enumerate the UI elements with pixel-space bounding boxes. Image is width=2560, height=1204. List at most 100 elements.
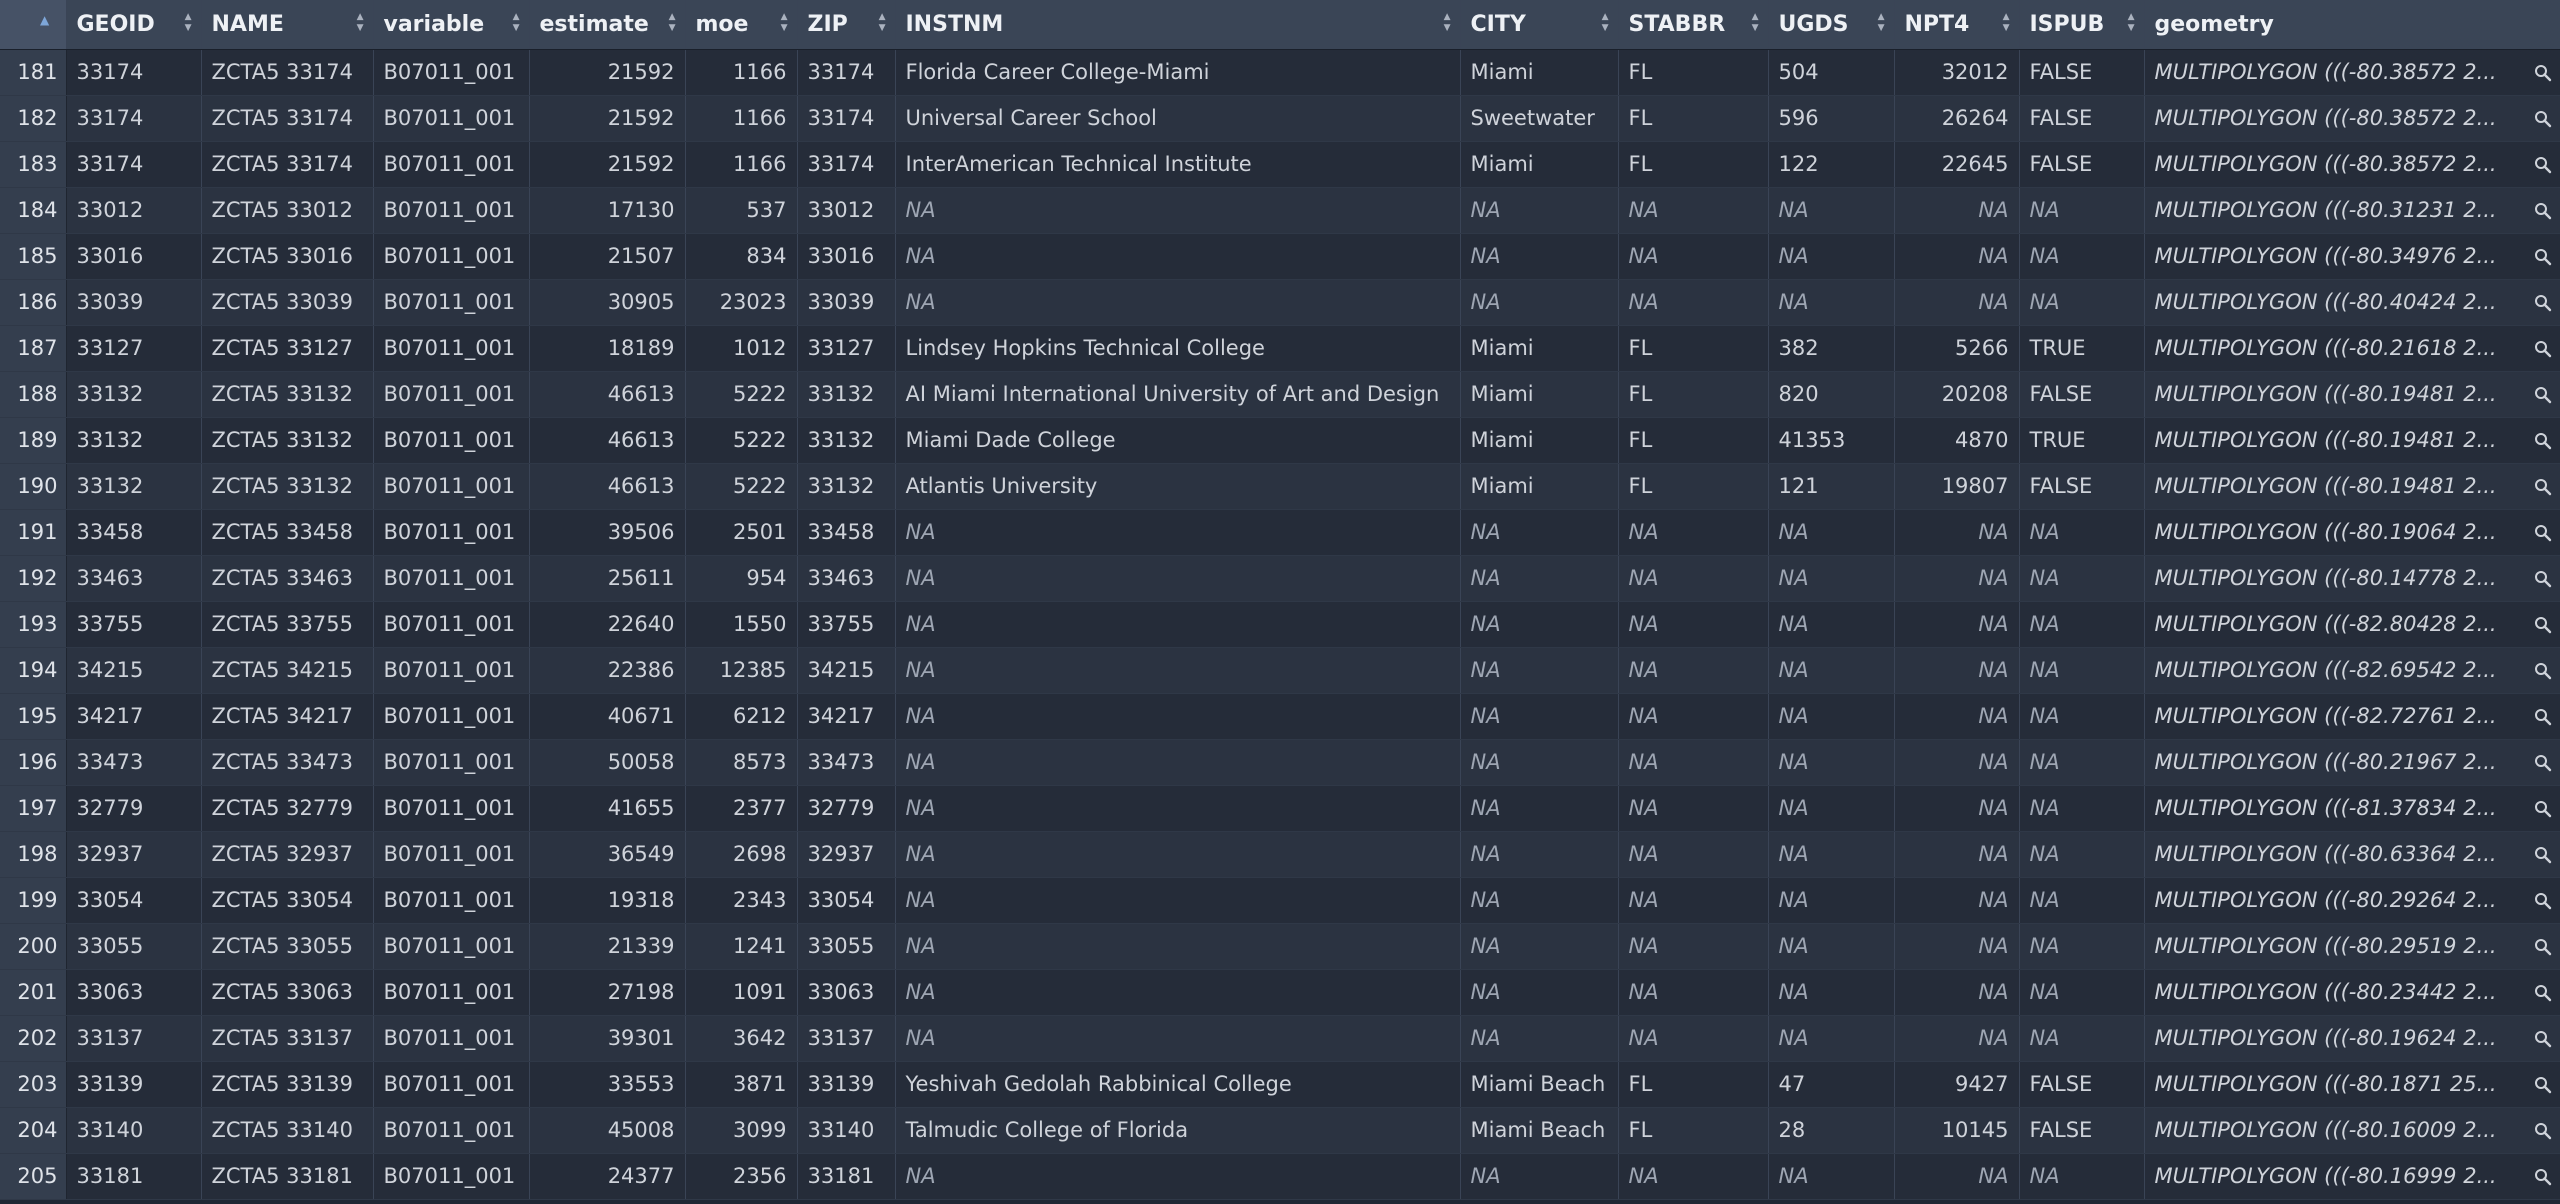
cell-estimate[interactable]: 39506: [529, 509, 686, 556]
cell-moe[interactable]: 1166: [685, 141, 798, 188]
cell-moe[interactable]: 23023: [685, 279, 798, 326]
cell-variable[interactable]: B07011_001: [373, 739, 530, 786]
cell-zip[interactable]: 33016: [797, 233, 896, 280]
cell-name[interactable]: ZCTA5 33063: [201, 969, 374, 1016]
cell-estimate[interactable]: 22386: [529, 647, 686, 694]
cell-ugds[interactable]: NA: [1768, 1015, 1895, 1062]
cell-instnm[interactable]: NA: [895, 877, 1461, 924]
column-header-zip[interactable]: ZIP ▲ ▼: [797, 0, 896, 50]
table-row[interactable]: 181 33174 ZCTA5 33174 B07011_001 21592 1166 33…: [0, 49, 2560, 96]
cell-name[interactable]: ZCTA5 33039: [201, 279, 374, 326]
cell-geoid[interactable]: 33137: [66, 1015, 202, 1062]
cell-zip[interactable]: 32779: [797, 785, 896, 832]
cell-name[interactable]: ZCTA5 33174: [201, 49, 374, 96]
table-row[interactable]: 188 33132 ZCTA5 33132 B07011_001 46613 5222 33…: [0, 371, 2560, 418]
cell-estimate[interactable]: 25611: [529, 555, 686, 602]
cell-ugds[interactable]: NA: [1768, 831, 1895, 878]
cell-city[interactable]: NA: [1460, 923, 1619, 970]
cell-geometry[interactable]: MULTIPOLYGON (((-81.37834 2...: [2144, 785, 2560, 832]
cell-instnm[interactable]: Yeshivah Gedolah Rabbinical College: [895, 1061, 1461, 1108]
cell-moe[interactable]: 1166: [685, 95, 798, 142]
cell-city[interactable]: Sweetwater: [1460, 95, 1619, 142]
cell-geoid[interactable]: 34217: [66, 693, 202, 740]
cell-stabbr[interactable]: FL: [1618, 417, 1769, 464]
cell-name[interactable]: ZCTA5 33181: [201, 1153, 374, 1200]
cell-ispub[interactable]: NA: [2019, 969, 2145, 1016]
cell-ugds[interactable]: 28: [1768, 1107, 1895, 1154]
column-header-instnm[interactable]: INSTNM ▲ ▼: [895, 0, 1461, 50]
cell-instnm[interactable]: NA: [895, 1015, 1461, 1062]
cell-name[interactable]: ZCTA5 33174: [201, 141, 374, 188]
cell-moe[interactable]: 8573: [685, 739, 798, 786]
table-row[interactable]: 182 33174 ZCTA5 33174 B07011_001 21592 1166 33…: [0, 95, 2560, 142]
cell-geoid[interactable]: 33016: [66, 233, 202, 280]
cell-city[interactable]: Miami Beach: [1460, 1107, 1619, 1154]
cell-stabbr[interactable]: NA: [1618, 279, 1769, 326]
magnifier-icon[interactable]: [2534, 142, 2552, 187]
cell-moe[interactable]: 954: [685, 555, 798, 602]
table-row[interactable]: 197 32779 ZCTA5 32779 B07011_001 41655 2377 32…: [0, 785, 2560, 832]
magnifier-icon[interactable]: [2534, 418, 2552, 463]
cell-ugds[interactable]: NA: [1768, 785, 1895, 832]
cell-moe[interactable]: 834: [685, 233, 798, 280]
cell-name[interactable]: ZCTA5 33016: [201, 233, 374, 280]
cell-city[interactable]: NA: [1460, 785, 1619, 832]
cell-variable[interactable]: B07011_001: [373, 969, 530, 1016]
cell-name[interactable]: ZCTA5 33127: [201, 325, 374, 372]
cell-ispub[interactable]: FALSE: [2019, 141, 2145, 188]
cell-city[interactable]: NA: [1460, 739, 1619, 786]
cell-variable[interactable]: B07011_001: [373, 95, 530, 142]
magnifier-icon[interactable]: [2534, 96, 2552, 141]
cell-variable[interactable]: B07011_001: [373, 233, 530, 280]
cell-moe[interactable]: 3871: [685, 1061, 798, 1108]
sort-arrows-icon[interactable]: ▲ ▼: [1444, 12, 1451, 34]
cell-ugds[interactable]: NA: [1768, 693, 1895, 740]
cell-estimate[interactable]: 22640: [529, 601, 686, 648]
cell-estimate[interactable]: 40671: [529, 693, 686, 740]
table-row[interactable]: 189 33132 ZCTA5 33132 B07011_001 46613 5222 33…: [0, 417, 2560, 464]
cell-stabbr[interactable]: NA: [1618, 233, 1769, 280]
cell-city[interactable]: NA: [1460, 647, 1619, 694]
cell-geoid[interactable]: 33055: [66, 923, 202, 970]
cell-npt4[interactable]: NA: [1894, 601, 2020, 648]
cell-ugds[interactable]: NA: [1768, 509, 1895, 556]
column-header-variable[interactable]: variable ▲ ▼: [373, 0, 530, 50]
cell-instnm[interactable]: NA: [895, 693, 1461, 740]
cell-stabbr[interactable]: NA: [1618, 693, 1769, 740]
cell-stabbr[interactable]: FL: [1618, 1061, 1769, 1108]
cell-geometry[interactable]: MULTIPOLYGON (((-80.40424 2...: [2144, 279, 2560, 326]
sort-arrows-icon[interactable]: ▲ ▼: [669, 12, 676, 34]
magnifier-icon[interactable]: [2534, 740, 2552, 785]
cell-moe[interactable]: 12385: [685, 647, 798, 694]
cell-ispub[interactable]: NA: [2019, 233, 2145, 280]
cell-geoid[interactable]: 33458: [66, 509, 202, 556]
cell-stabbr[interactable]: FL: [1618, 141, 1769, 188]
cell-name[interactable]: ZCTA5 33463: [201, 555, 374, 602]
cell-variable[interactable]: B07011_001: [373, 417, 530, 464]
cell-zip[interactable]: 33054: [797, 877, 896, 924]
cell-name[interactable]: ZCTA5 32779: [201, 785, 374, 832]
cell-variable[interactable]: B07011_001: [373, 325, 530, 372]
cell-variable[interactable]: B07011_001: [373, 1153, 530, 1200]
magnifier-icon[interactable]: [2534, 1154, 2552, 1199]
cell-ispub[interactable]: TRUE: [2019, 417, 2145, 464]
cell-geometry[interactable]: MULTIPOLYGON (((-82.80428 2...: [2144, 601, 2560, 648]
cell-instnm[interactable]: Universal Career School: [895, 95, 1461, 142]
cell-ugds[interactable]: NA: [1768, 739, 1895, 786]
cell-geometry[interactable]: MULTIPOLYGON (((-80.38572 2...: [2144, 49, 2560, 96]
column-header-geometry[interactable]: geometry: [2144, 0, 2560, 50]
cell-geometry[interactable]: MULTIPOLYGON (((-82.72761 2...: [2144, 693, 2560, 740]
table-row[interactable]: 202 33137 ZCTA5 33137 B07011_001 39301 3642 33…: [0, 1015, 2560, 1062]
table-row[interactable]: 195 34217 ZCTA5 34217 B07011_001 40671 6212 34…: [0, 693, 2560, 740]
cell-ugds[interactable]: 41353: [1768, 417, 1895, 464]
column-header-estimate[interactable]: estimate ▲ ▼: [529, 0, 686, 50]
cell-name[interactable]: ZCTA5 33174: [201, 95, 374, 142]
cell-variable[interactable]: B07011_001: [373, 141, 530, 188]
cell-stabbr[interactable]: FL: [1618, 325, 1769, 372]
cell-stabbr[interactable]: NA: [1618, 877, 1769, 924]
cell-zip[interactable]: 33132: [797, 417, 896, 464]
column-header-npt4[interactable]: NPT4 ▲ ▼: [1894, 0, 2020, 50]
cell-zip[interactable]: 33132: [797, 463, 896, 510]
magnifier-icon[interactable]: [2534, 280, 2552, 325]
cell-city[interactable]: NA: [1460, 1015, 1619, 1062]
